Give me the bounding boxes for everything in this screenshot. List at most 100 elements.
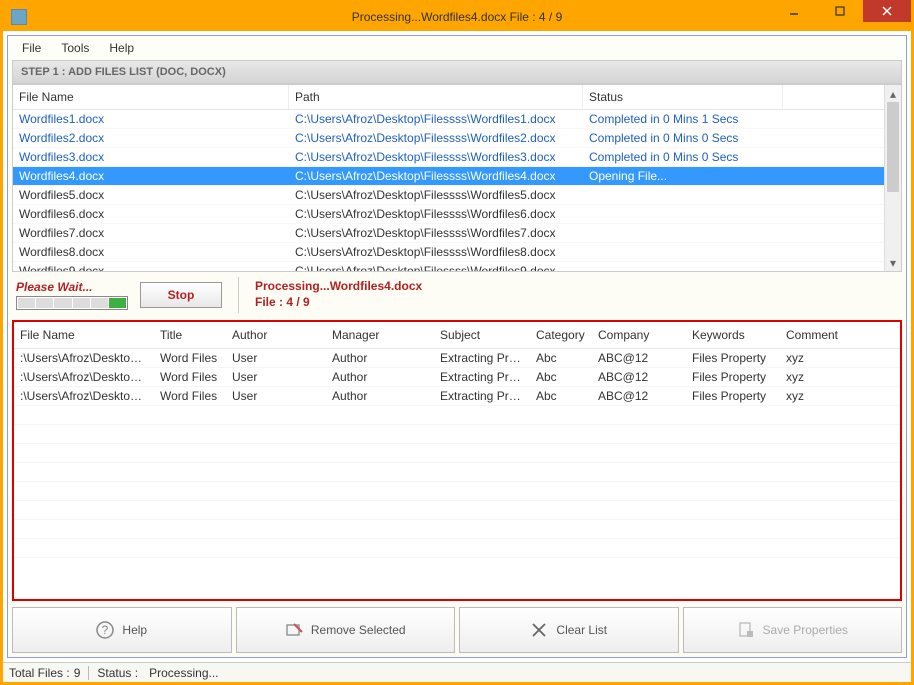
- remove-icon: [285, 621, 303, 639]
- cell-path: C:\Users\Afroz\Desktop\Filessss\Wordfile…: [289, 243, 583, 261]
- table-row[interactable]: Wordfiles8.docxC:\Users\Afroz\Desktop\Fi…: [13, 243, 884, 262]
- help-button[interactable]: ? Help: [12, 607, 232, 653]
- col2-author[interactable]: Author: [226, 322, 326, 348]
- table-row[interactable]: Wordfiles5.docxC:\Users\Afroz\Desktop\Fi…: [13, 186, 884, 205]
- cell-category: Abc: [530, 387, 592, 405]
- col2-category[interactable]: Category: [530, 322, 592, 348]
- properties-grid: File Name Title Author Manager Subject C…: [12, 320, 902, 601]
- maximize-button[interactable]: [817, 0, 863, 22]
- cell-status: Completed in 0 Mins 0 Secs: [583, 148, 783, 166]
- cell-category: Abc: [530, 349, 592, 367]
- cell-manager: Author: [326, 349, 434, 367]
- scroll-up-icon[interactable]: ▴: [885, 85, 901, 102]
- remove-selected-button[interactable]: Remove Selected: [236, 607, 456, 653]
- cell-file: Wordfiles9.docx: [13, 262, 289, 271]
- cell-file: Wordfiles5.docx: [13, 186, 289, 204]
- table-row[interactable]: Wordfiles7.docxC:\Users\Afroz\Desktop\Fi…: [13, 224, 884, 243]
- col-filename[interactable]: File Name: [13, 85, 289, 109]
- cell-status: [583, 224, 783, 242]
- cell-title: Word Files: [154, 387, 226, 405]
- cell-status: Completed in 0 Mins 1 Secs: [583, 110, 783, 128]
- table-row[interactable]: Wordfiles9.docxC:\Users\Afroz\Desktop\Fi…: [13, 262, 884, 271]
- col2-title[interactable]: Title: [154, 322, 226, 348]
- cell-path: C:\Users\Afroz\Desktop\Filessss\Wordfile…: [289, 186, 583, 204]
- cell-path: C:\Users\Afroz\Desktop\Filessss\Wordfile…: [289, 167, 583, 185]
- menu-tools[interactable]: Tools: [51, 37, 99, 59]
- clear-list-button[interactable]: Clear List: [459, 607, 679, 653]
- col2-company[interactable]: Company: [592, 322, 686, 348]
- table-row[interactable]: Wordfiles4.docxC:\Users\Afroz\Desktop\Fi…: [13, 167, 884, 186]
- processing-status: Processing...Wordfiles4.docx File : 4 / …: [255, 279, 422, 310]
- menu-help[interactable]: Help: [99, 37, 144, 59]
- cell-file: Wordfiles4.docx: [13, 167, 289, 185]
- cell-file: Wordfiles3.docx: [13, 148, 289, 166]
- cell-path: C:\Users\Afroz\Desktop\Filessss\Wordfile…: [289, 224, 583, 242]
- remove-label: Remove Selected: [311, 623, 406, 637]
- svg-text:?: ?: [102, 623, 109, 637]
- menu-file[interactable]: File: [12, 37, 51, 59]
- cell-comment: xyz: [780, 368, 860, 386]
- cell-path: C:\Users\Afroz\Desktop\Filessss\Wordfile…: [289, 205, 583, 223]
- minimize-button[interactable]: [771, 0, 817, 22]
- save-properties-button[interactable]: Save Properties: [683, 607, 903, 653]
- files-grid-header: File Name Path Status: [13, 85, 884, 110]
- col2-keywords[interactable]: Keywords: [686, 322, 780, 348]
- content-frame: File Tools Help STEP 1 : ADD FILES LIST …: [7, 35, 907, 658]
- cell-subject: Extracting Pro...: [434, 368, 530, 386]
- cell-title: Word Files: [154, 368, 226, 386]
- cell-file: :\Users\Afroz\Desktop\Fil...: [14, 387, 154, 405]
- processing-line1: Processing...Wordfiles4.docx: [255, 279, 422, 295]
- table-row[interactable]: Wordfiles1.docxC:\Users\Afroz\Desktop\Fi…: [13, 110, 884, 129]
- cell-company: ABC@12: [592, 387, 686, 405]
- col2-filename[interactable]: File Name: [14, 322, 154, 348]
- cell-file: Wordfiles1.docx: [13, 110, 289, 128]
- col-status[interactable]: Status: [583, 85, 783, 109]
- scroll-down-icon[interactable]: ▾: [885, 254, 901, 271]
- cell-status: [583, 186, 783, 204]
- files-scrollbar[interactable]: ▴ ▾: [884, 85, 901, 271]
- clear-icon: [530, 621, 548, 639]
- cell-path: C:\Users\Afroz\Desktop\Filessss\Wordfile…: [289, 110, 583, 128]
- properties-grid-header: File Name Title Author Manager Subject C…: [14, 322, 900, 349]
- table-row[interactable]: :\Users\Afroz\Desktop\Fil...Word FilesUs…: [14, 387, 900, 406]
- cell-keywords: Files Property: [686, 349, 780, 367]
- cell-file: :\Users\Afroz\Desktop\Fil...: [14, 349, 154, 367]
- table-row[interactable]: Wordfiles2.docxC:\Users\Afroz\Desktop\Fi…: [13, 129, 884, 148]
- table-row[interactable]: :\Users\Afroz\Desktop\Fil...Word FilesUs…: [14, 349, 900, 368]
- cell-status: [583, 262, 783, 271]
- table-row[interactable]: Wordfiles3.docxC:\Users\Afroz\Desktop\Fi…: [13, 148, 884, 167]
- close-button[interactable]: [863, 0, 911, 22]
- cell-status: Opening File...: [583, 167, 783, 185]
- col2-subject[interactable]: Subject: [434, 322, 530, 348]
- processing-bar: Please Wait... Stop Processing...Wordfil…: [12, 272, 902, 318]
- col-path[interactable]: Path: [289, 85, 583, 109]
- help-label: Help: [122, 623, 147, 637]
- save-label: Save Properties: [763, 623, 848, 637]
- col2-manager[interactable]: Manager: [326, 322, 434, 348]
- cell-file: Wordfiles8.docx: [13, 243, 289, 261]
- save-icon: [737, 621, 755, 639]
- cell-subject: Extracting Pro...: [434, 387, 530, 405]
- cell-comment: xyz: [780, 349, 860, 367]
- table-row-empty: [14, 520, 900, 539]
- cell-manager: Author: [326, 368, 434, 386]
- table-row[interactable]: Wordfiles6.docxC:\Users\Afroz\Desktop\Fi…: [13, 205, 884, 224]
- table-row-empty: [14, 444, 900, 463]
- files-grid: File Name Path Status Wordfiles1.docxC:\…: [12, 84, 902, 272]
- status-total-label: Total Files :: [9, 666, 70, 680]
- cell-path: C:\Users\Afroz\Desktop\Filessss\Wordfile…: [289, 129, 583, 147]
- table-row-empty: [14, 425, 900, 444]
- scroll-thumb[interactable]: [887, 102, 899, 192]
- cell-category: Abc: [530, 368, 592, 386]
- cell-file: Wordfiles2.docx: [13, 129, 289, 147]
- stop-button[interactable]: Stop: [140, 282, 222, 308]
- cell-file: :\Users\Afroz\Desktop\Fil...: [14, 368, 154, 386]
- progress-bar: [16, 296, 128, 310]
- col2-comment[interactable]: Comment: [780, 322, 860, 348]
- cell-manager: Author: [326, 387, 434, 405]
- cell-keywords: Files Property: [686, 387, 780, 405]
- status-label: Status :: [97, 666, 138, 680]
- processing-line2: File : 4 / 9: [255, 295, 422, 311]
- cell-path: C:\Users\Afroz\Desktop\Filessss\Wordfile…: [289, 148, 583, 166]
- table-row[interactable]: :\Users\Afroz\Desktop\Fil...Word FilesUs…: [14, 368, 900, 387]
